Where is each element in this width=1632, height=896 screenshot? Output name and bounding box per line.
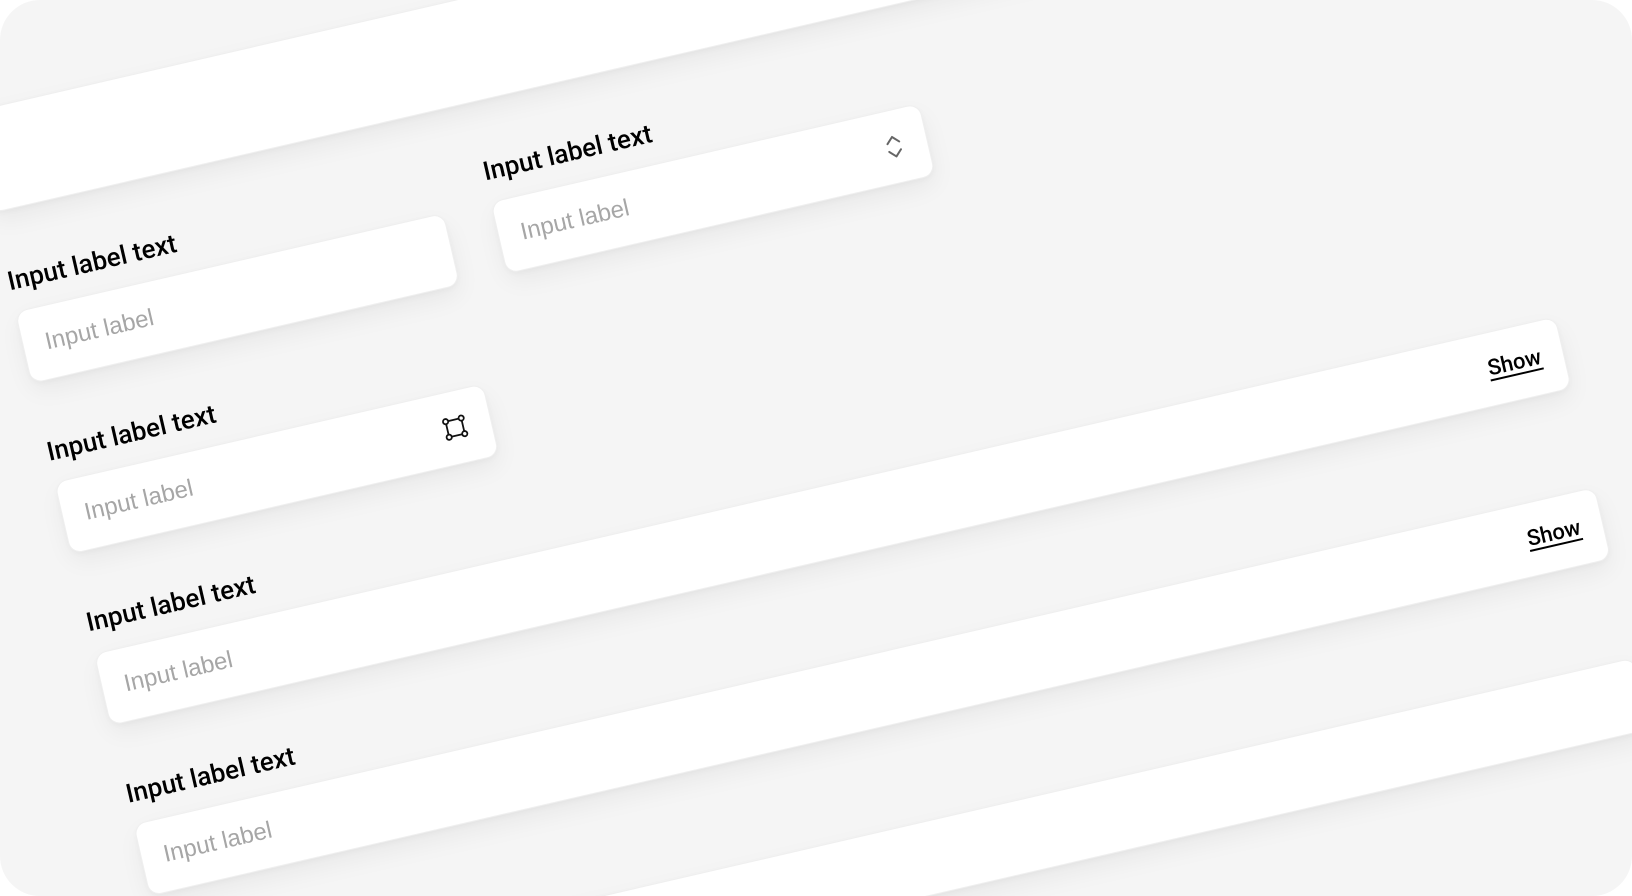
chevron-up-down-icon[interactable] xyxy=(881,132,908,162)
fields-stage: Input label text Input label text xyxy=(0,0,1632,896)
bounding-box-icon[interactable] xyxy=(438,411,472,445)
field-shape: Input label text xyxy=(44,340,500,555)
design-frame: Input label text Input label text xyxy=(0,0,1632,896)
field-stepper: Input label text xyxy=(480,59,936,274)
field-text-small: Input label text xyxy=(5,169,461,384)
show-password-1[interactable]: Show xyxy=(1485,345,1544,382)
show-password-2[interactable]: Show xyxy=(1525,516,1584,553)
